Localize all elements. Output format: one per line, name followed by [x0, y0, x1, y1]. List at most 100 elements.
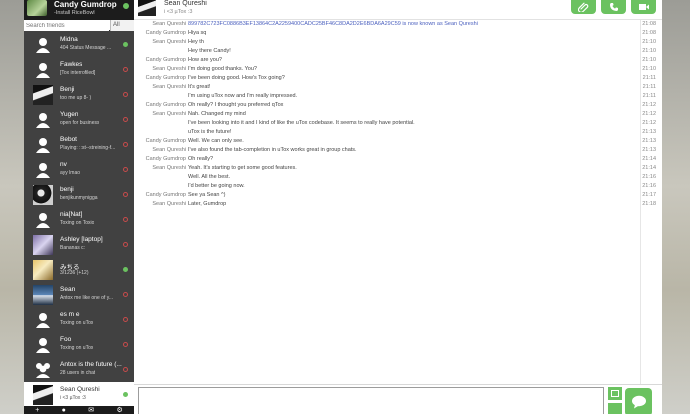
message-text[interactable]: Oh really? I thought you preferred qTox	[188, 101, 283, 110]
gear-icon[interactable]: ⚙	[117, 406, 123, 414]
message-text[interactable]: I'm using uTox now and I'm really impres…	[188, 92, 297, 101]
friend-item[interactable]: Midna 404 Status Message ...	[24, 32, 134, 57]
message-text[interactable]: It's great!	[188, 83, 210, 92]
friend-avatar	[32, 285, 54, 305]
friend-name: nia[Nat]	[60, 211, 83, 218]
message-row: Sean Qureshi 899782C723FC0886B3EF13864C2A…	[134, 20, 662, 29]
message-author[interactable]: Sean Qureshi	[152, 38, 186, 47]
friend-item[interactable]: Antox is the future (... 28 users in chat	[24, 357, 134, 382]
message-text[interactable]: See ya Sean ^)	[188, 191, 225, 200]
message-text[interactable]: I've also found the tab-completion in uT…	[188, 146, 357, 155]
self-status-message[interactable]: -Install RiceBowl	[54, 10, 95, 16]
audio-call-button[interactable]	[601, 0, 626, 14]
screenshot-button[interactable]	[608, 387, 622, 400]
friend-item[interactable]: Yugen open for business	[24, 107, 134, 132]
message-row: Sean Qureshi Nah. Changed my mind 21:12	[134, 110, 662, 119]
message-author[interactable]: Sean Qureshi	[152, 110, 186, 119]
friend-list: Midna 404 Status Message ... Fawkes [Tox in…	[24, 32, 134, 407]
message-timestamp: 21:16	[642, 174, 656, 180]
message-input[interactable]	[138, 387, 604, 414]
message-text[interactable]: Oh really?	[188, 155, 213, 164]
friend-item[interactable]: nia[Nat] Toxing on Toxio	[24, 207, 134, 232]
friend-avatar	[32, 360, 54, 380]
message-author[interactable]: Sean Qureshi	[152, 146, 186, 155]
message-text[interactable]: Later, Gumdrop	[188, 200, 226, 209]
self-avatar[interactable]	[27, 0, 47, 16]
message-author[interactable]: Candy Gumdrop	[146, 74, 186, 83]
message-author[interactable]: Candy Gumdrop	[146, 155, 186, 164]
message-row: Sean Qureshi Hey th 21:10	[134, 38, 662, 47]
message-history[interactable]: Sean Qureshi 899782C723FC0886B3EF13864C2A…	[134, 20, 662, 384]
message-text[interactable]: How are you?	[188, 56, 222, 65]
presence-indicator	[123, 267, 128, 272]
friend-item[interactable]: nv ayy lmao	[24, 157, 134, 182]
message-text[interactable]: I've been doing good. How's Tox going?	[188, 74, 285, 83]
friend-item[interactable]: Bebot Playing: ::st--streining-f...	[24, 132, 134, 157]
message-text[interactable]: Well. All the best.	[188, 173, 230, 182]
message-text[interactable]: Nah. Changed my mind	[188, 110, 246, 119]
send-button[interactable]	[625, 388, 652, 414]
presence-indicator	[123, 117, 128, 122]
friend-status: 404 Status Message ...	[60, 45, 112, 51]
message-author[interactable]: Sean Qureshi	[152, 65, 186, 74]
friend-item[interactable]: みちる 3/1236 (+12)	[24, 257, 134, 282]
friend-name: nv	[60, 161, 67, 168]
message-timestamp: 21:12	[642, 102, 656, 108]
friend-status: Toxing on Toxio	[60, 220, 95, 226]
message-text[interactable]: uTox is the future!	[188, 128, 231, 137]
friend-item[interactable]: es m e Toxing on uTox	[24, 307, 134, 332]
plus-icon[interactable]: +	[35, 407, 39, 414]
friend-item[interactable]: Ashley [laptop] Bananas c:	[24, 232, 134, 257]
message-row: Sean Qureshi Yeah. It's starting to get s…	[134, 164, 662, 173]
message-timestamp: 21:12	[642, 111, 656, 117]
self-presence-indicator[interactable]	[123, 3, 129, 9]
message-author[interactable]: Sean Qureshi	[152, 164, 186, 173]
message-text[interactable]: Hey th	[188, 38, 204, 47]
self-name[interactable]: Candy Gumdrop	[54, 0, 117, 9]
message-row: Sean Qureshi Later, Gumdrop 21:18	[134, 200, 662, 209]
message-timestamp: 21:11	[642, 75, 656, 81]
friend-avatar	[32, 110, 54, 130]
self-profile[interactable]: Candy Gumdrop -Install RiceBowl	[24, 0, 134, 20]
friend-item[interactable]: Fawkes [Tox interrofiled]	[24, 57, 134, 82]
message-row: uTox is the future! 21:13	[134, 128, 662, 137]
timestamp-divider	[640, 20, 641, 384]
message-author[interactable]: Sean Qureshi	[152, 83, 186, 92]
friend-avatar	[32, 35, 54, 55]
message-text[interactable]: I'd better be going now.	[188, 182, 245, 191]
message-text[interactable]: Yeah. It's starting to get some good fea…	[188, 164, 297, 173]
message-text[interactable]: 899782C723FC0886B3EF13864C2A2259400CADC2…	[188, 20, 478, 29]
send-file-button[interactable]	[571, 0, 596, 14]
friend-item[interactable]: Foo Toxing on uTox	[24, 332, 134, 357]
friend-item[interactable]: Benji too me up 8- )	[24, 82, 134, 107]
message-timestamp: 21:13	[642, 138, 656, 144]
friend-item[interactable]: benji benjikunmynigga	[24, 182, 134, 207]
message-author[interactable]: Candy Gumdrop	[146, 56, 186, 65]
message-text[interactable]: Hiya sq	[188, 29, 206, 38]
video-call-button[interactable]	[631, 0, 656, 14]
message-author[interactable]: Sean Qureshi	[152, 20, 186, 29]
friend-item[interactable]: Sean Qureshi i <3 µTox :3	[24, 382, 134, 407]
message-text[interactable]: Well. We can only see.	[188, 137, 244, 146]
message-text[interactable]: I've been looking into it and I kind of …	[188, 119, 415, 128]
message-author[interactable]: Candy Gumdrop	[146, 29, 186, 38]
friend-item[interactable]: Sean Antox me like one of y...	[24, 282, 134, 307]
emoji-button[interactable]	[608, 403, 622, 414]
search-input[interactable]	[24, 20, 109, 31]
chat-header: Sean Qureshi i <3 µTox :3	[134, 0, 662, 20]
users-icon[interactable]: ●	[62, 407, 66, 414]
friend-status: Toxing on uTox	[60, 345, 94, 351]
envelope-icon[interactable]: ✉	[88, 406, 94, 414]
message-author[interactable]: Candy Gumdrop	[146, 137, 186, 146]
message-text[interactable]: I'm doing good thanks. You?	[188, 65, 257, 74]
message-timestamp: 21:10	[642, 57, 656, 63]
friend-status: Toxing on uTox	[60, 320, 94, 326]
friend-avatar	[32, 135, 54, 155]
contact-avatar	[138, 0, 156, 16]
message-text[interactable]: Hey there Candy!	[188, 47, 231, 56]
message-author[interactable]: Candy Gumdrop	[146, 191, 186, 200]
message-author[interactable]: Candy Gumdrop	[146, 101, 186, 110]
friend-avatar	[32, 60, 54, 80]
friend-filter-dropdown[interactable]: All	[110, 20, 134, 31]
message-author[interactable]: Sean Qureshi	[152, 200, 186, 209]
